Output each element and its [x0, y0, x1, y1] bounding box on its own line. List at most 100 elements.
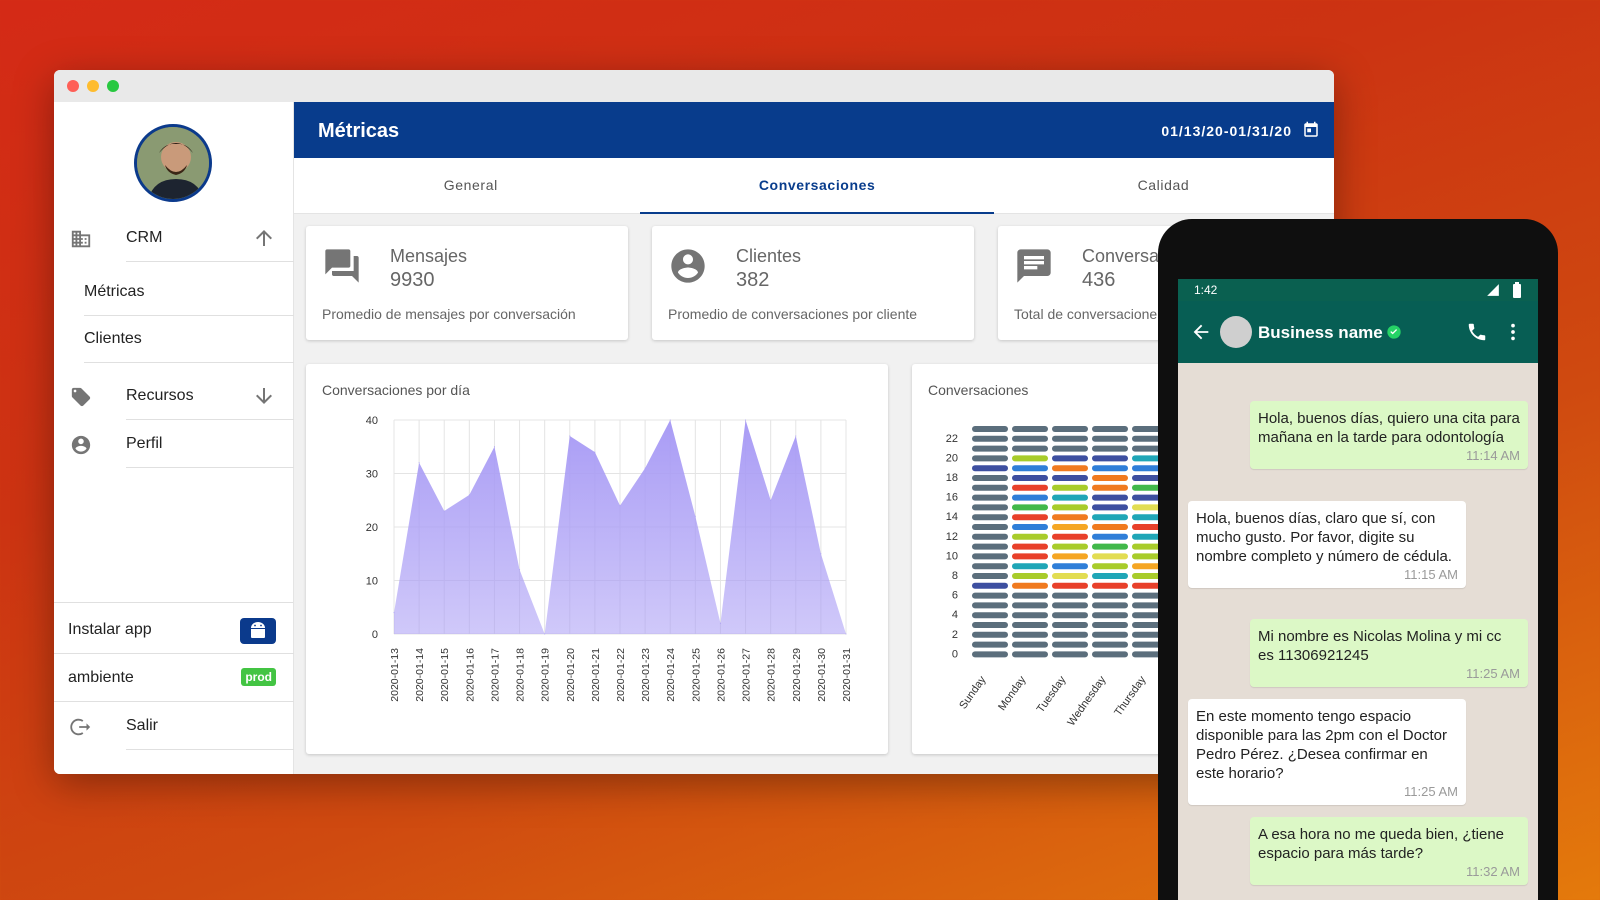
area-chart: 0 10 20 30 40 2020-01-13 2020-01-14 2020-01-15 2…	[366, 415, 853, 702]
x-tick-label: 2020-01-28	[766, 648, 778, 702]
message-outgoing[interactable]: Mi nombre es Nicolas Molina y mi cc es 1…	[1250, 619, 1528, 687]
message-text: A esa hora no me queda bien, ¿tiene espa…	[1258, 826, 1505, 862]
data-point	[770, 499, 772, 501]
heatmap-cell	[1052, 445, 1088, 452]
x-tick-label: 2020-01-15	[439, 648, 451, 702]
heatmap-cell	[1012, 514, 1048, 521]
heatmap-cell	[1092, 445, 1128, 452]
heatmap-cell	[1012, 641, 1048, 648]
calendar-icon[interactable]	[1302, 121, 1320, 139]
heatmap-cell	[1052, 573, 1088, 579]
sidebar-item-recursos[interactable]: Recursos	[54, 372, 294, 420]
message-time: 11:32 AM	[1466, 864, 1520, 879]
maximize-window-button[interactable]	[107, 80, 119, 92]
heatmap-cell	[972, 582, 1008, 589]
heatmap-cell	[1012, 533, 1048, 540]
more-vert-icon[interactable]	[1502, 321, 1524, 343]
message-incoming[interactable]: Hola, buenos días, claro que sí, con muc…	[1188, 501, 1466, 588]
tab-general[interactable]: General	[294, 158, 648, 214]
y-tick-label: 12	[946, 531, 958, 543]
android-button[interactable]	[240, 618, 276, 644]
heatmap-cell	[1092, 475, 1128, 481]
heatmap-cell	[1052, 435, 1088, 442]
status-time: 1:42	[1194, 283, 1218, 297]
data-point	[845, 633, 847, 635]
heatmap-cell	[1092, 533, 1128, 540]
close-window-button[interactable]	[67, 80, 79, 92]
back-arrow-icon[interactable]	[1190, 321, 1212, 343]
avatar[interactable]	[134, 124, 212, 202]
data-point	[519, 569, 521, 571]
tab-calidad[interactable]: Calidad	[987, 158, 1334, 214]
heatmap-cell	[1092, 435, 1128, 442]
heatmap-cell	[1092, 543, 1128, 550]
heatmap-cell	[1052, 524, 1088, 530]
app-window: CRM Métricas Clientes Recursos Perfil In…	[54, 70, 1334, 774]
data-point	[418, 462, 420, 464]
window-titlebar	[54, 70, 1334, 102]
date-range[interactable]: 01/13/20-01/31/20	[1161, 123, 1292, 139]
environment-row: ambiente prod	[54, 654, 294, 702]
heatmap-cell	[1012, 543, 1048, 550]
y-tick-label: 20	[366, 522, 378, 534]
heatmap-cell	[1092, 622, 1128, 628]
message-incoming[interactable]: En este momento tengo espacio disponible…	[1188, 699, 1466, 805]
y-tick-label: 20	[946, 452, 958, 464]
heatmap-cell	[972, 631, 1008, 638]
x-tick-label: 2020-01-24	[665, 648, 677, 702]
x-tick-label: 2020-01-19	[540, 648, 552, 702]
heatmap-cell	[1092, 494, 1128, 501]
contact-avatar[interactable]	[1220, 316, 1252, 348]
logout-label: Salir	[126, 717, 159, 734]
x-tick-label: Thursday	[1112, 674, 1148, 719]
x-tick-label: 2020-01-21	[590, 648, 602, 702]
stat-value: 9930	[390, 269, 435, 291]
data-point	[569, 435, 571, 437]
x-tick-label: 2020-01-26	[715, 648, 727, 702]
data-point	[644, 467, 646, 469]
heatmap-cell	[1052, 455, 1088, 462]
heatmap-cell	[1012, 465, 1048, 472]
heatmap-cell	[972, 435, 1008, 442]
install-app-label: Instalar app	[68, 621, 152, 638]
heatmap-cell	[1092, 426, 1128, 432]
heatmap-cell	[1092, 553, 1128, 560]
data-point	[820, 553, 822, 555]
tab-conversaciones[interactable]: Conversaciones	[640, 158, 994, 214]
heatmap-cell	[1092, 504, 1128, 511]
sidebar-item-perfil[interactable]: Perfil	[54, 420, 294, 468]
arrow-down-icon	[256, 388, 272, 404]
x-tick-label: Tuesday	[1035, 674, 1069, 716]
heatmap-cell	[1092, 563, 1128, 570]
heatmap-cell	[1092, 514, 1128, 521]
x-tick-label: 2020-01-31	[841, 648, 853, 702]
x-tick-label: Sunday	[957, 674, 989, 712]
x-tick-label: 2020-01-25	[690, 648, 702, 702]
logout-button[interactable]: Salir	[54, 702, 294, 750]
heatmap-cell	[972, 475, 1008, 481]
heatmap-cell	[1052, 504, 1088, 511]
x-tick-label: Wednesday	[1065, 674, 1108, 729]
sidebar-item-crm[interactable]: CRM	[54, 214, 294, 262]
call-icon[interactable]	[1466, 321, 1488, 343]
data-point	[544, 633, 546, 635]
heatmap-cell	[972, 651, 1008, 658]
logout-icon	[70, 718, 91, 736]
heatmap-cell	[1012, 612, 1048, 619]
heatmap-cell	[972, 553, 1008, 560]
minimize-window-button[interactable]	[87, 80, 99, 92]
heatmap-cell	[1092, 612, 1128, 619]
install-app-row[interactable]: Instalar app	[54, 606, 294, 654]
heatmap-cell	[1052, 592, 1088, 599]
heatmap-cell	[1012, 592, 1048, 599]
heatmap-cell	[972, 504, 1008, 511]
heatmap-cell	[972, 592, 1008, 599]
message-outgoing[interactable]: A esa hora no me queda bien, ¿tiene espa…	[1250, 817, 1528, 885]
sidebar-item-clientes[interactable]: Clientes	[84, 315, 294, 363]
message-outgoing[interactable]: Hola, buenos días, quiero una cita para …	[1250, 401, 1528, 469]
business-name[interactable]: Business name	[1258, 323, 1383, 343]
sidebar-item-metricas[interactable]: Métricas	[84, 268, 294, 316]
signal-icon	[1487, 284, 1499, 296]
heatmap-cell	[972, 622, 1008, 628]
data-point	[594, 451, 596, 453]
